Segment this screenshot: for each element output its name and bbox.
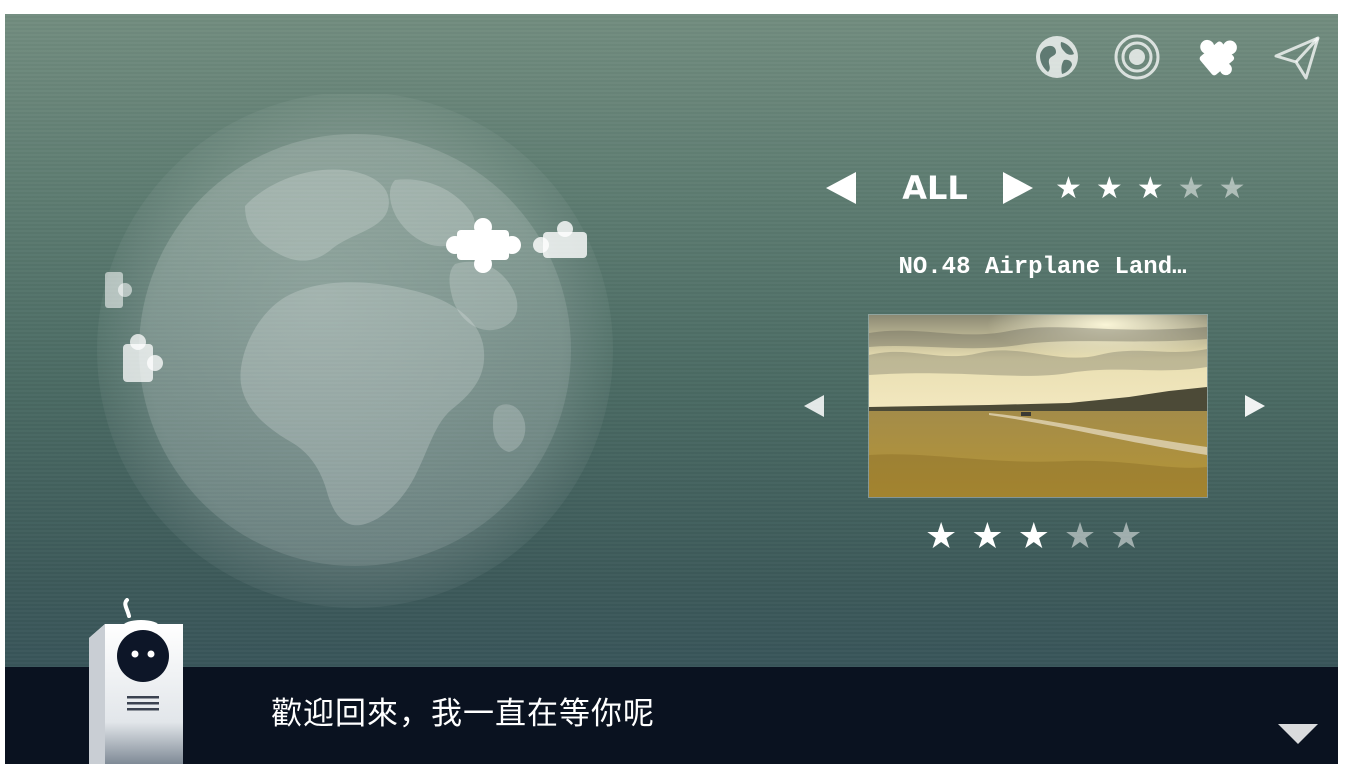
star-icon: ★ — [1110, 516, 1143, 557]
dialog-box[interactable]: 歡迎回來，我一直在等你呢 — [5, 667, 1338, 764]
level-rating-stars: ★ ★ ★ ★ ★ — [925, 519, 1142, 555]
level-prev-button[interactable] — [804, 395, 824, 417]
puzzle-tab[interactable] — [1192, 32, 1242, 82]
level-title: NO.48 Airplane Land… — [898, 254, 1187, 281]
filter-prev-button[interactable] — [826, 172, 856, 204]
level-thumbnail[interactable] — [868, 314, 1208, 498]
star-icon: ★ — [1136, 171, 1164, 206]
globe-tab[interactable] — [1032, 32, 1082, 82]
send-tab[interactable] — [1272, 32, 1322, 82]
puzzle-icon — [1199, 39, 1237, 76]
target-tab[interactable] — [1112, 32, 1162, 82]
star-icon: ★ — [1095, 171, 1123, 206]
star-icon: ★ — [1055, 171, 1082, 206]
globe-icon — [1036, 36, 1078, 78]
level-next-button[interactable] — [1245, 395, 1265, 417]
star-icon: ★ — [1017, 516, 1050, 557]
target-icon — [1114, 34, 1160, 80]
filter-next-button[interactable] — [1003, 172, 1033, 204]
level-thumbnail-image — [869, 315, 1207, 497]
star-icon: ★ — [1218, 171, 1246, 206]
send-icon — [1274, 36, 1320, 80]
star-icon: ★ — [1063, 516, 1097, 557]
robot-avatar — [89, 598, 183, 764]
star-icon: ★ — [971, 516, 1004, 557]
top-nav — [1032, 32, 1322, 82]
filter-row: ALL ★ ★ ★ ★ ★ — [820, 164, 1270, 214]
dialog-next-icon[interactable] — [1278, 724, 1318, 744]
game-screen: ALL ★ ★ ★ ★ ★ NO.48 Airplane Land… ★ ★ ★… — [5, 14, 1338, 764]
star-icon: ★ — [1177, 171, 1205, 206]
difficulty-filter-stars[interactable]: ★ ★ ★ ★ ★ — [1055, 174, 1246, 204]
dialog-text: 歡迎回來，我一直在等你呢 — [271, 696, 655, 732]
globe-map[interactable] — [95, 94, 615, 614]
filter-label: ALL — [902, 169, 968, 207]
star-icon: ★ — [925, 516, 958, 557]
